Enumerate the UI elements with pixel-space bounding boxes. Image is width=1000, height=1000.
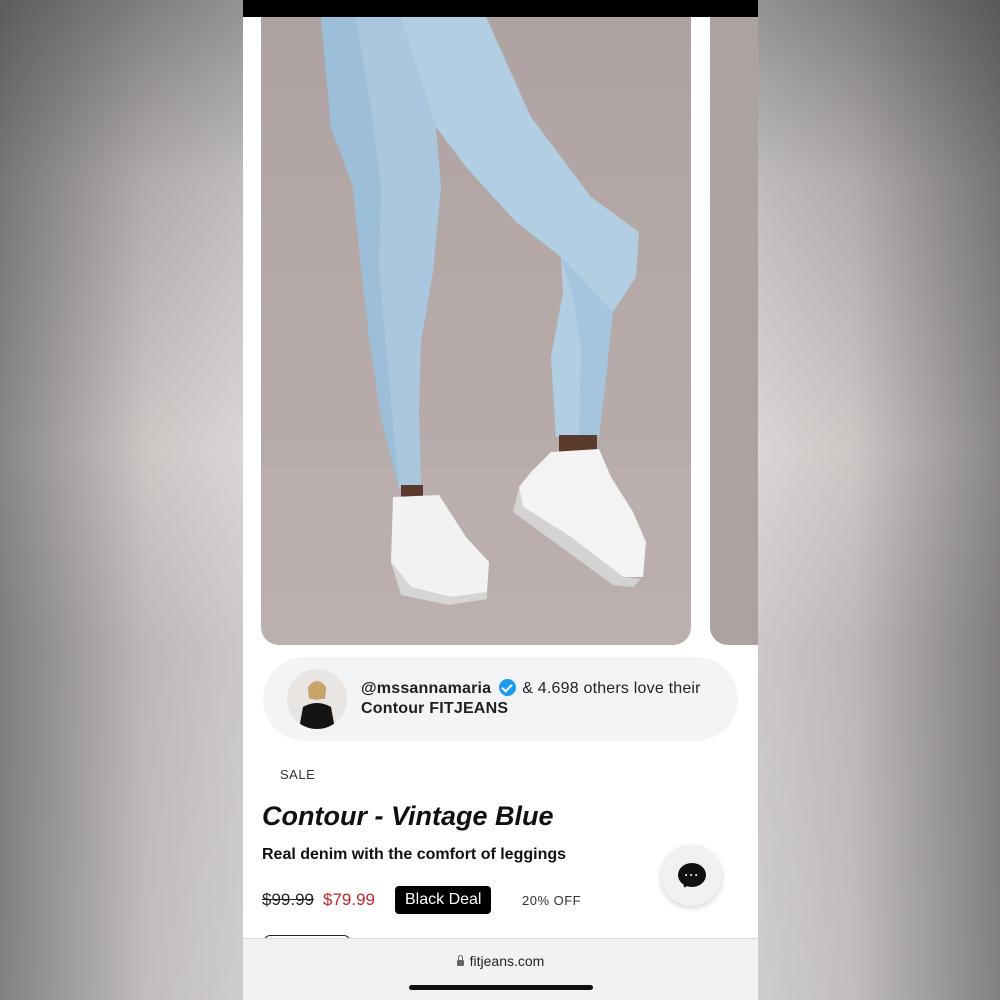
- product-image-next[interactable]: [710, 17, 758, 645]
- url-text: fitjeans.com: [469, 953, 545, 969]
- status-bar: [243, 0, 758, 17]
- instagram-handle[interactable]: @mssannamaria: [361, 680, 491, 697]
- product-subtitle: Real denim with the comfort of leggings: [262, 846, 567, 863]
- love-count-text: & 4.698 others love their: [522, 680, 701, 697]
- sale-tag: SALE: [280, 767, 316, 782]
- deal-badge: Black Deal: [395, 886, 492, 914]
- original-price: $99.99: [262, 890, 314, 909]
- chat-button[interactable]: ···: [661, 845, 722, 906]
- product-reference: Contour FITJEANS: [361, 700, 509, 717]
- social-proof-card[interactable]: @mssannamaria & 4.698 others love their C…: [263, 657, 738, 741]
- lock-icon: [456, 955, 464, 966]
- browser-address-bar[interactable]: fitjeans.com: [243, 938, 758, 1000]
- avatar-photo: [299, 681, 335, 729]
- verified-badge-icon: [499, 679, 517, 696]
- product-photo: [261, 17, 691, 645]
- avatar[interactable]: [287, 669, 347, 729]
- chat-dots: ···: [684, 868, 700, 882]
- discount-label: 20% OFF: [522, 893, 582, 908]
- chat-bubble-icon: ···: [678, 863, 706, 887]
- home-indicator[interactable]: [409, 985, 593, 990]
- social-proof-text: @mssannamaria & 4.698 others love their C…: [361, 679, 721, 719]
- url-display[interactable]: fitjeans.com: [243, 953, 758, 969]
- product-image-carousel[interactable]: [243, 17, 758, 645]
- sale-price: $79.99: [323, 890, 375, 909]
- phone-screen: @mssannamaria & 4.698 others love their C…: [243, 0, 758, 1000]
- product-title: Contour - Vintage Blue: [262, 801, 554, 831]
- product-image-main[interactable]: [261, 17, 691, 645]
